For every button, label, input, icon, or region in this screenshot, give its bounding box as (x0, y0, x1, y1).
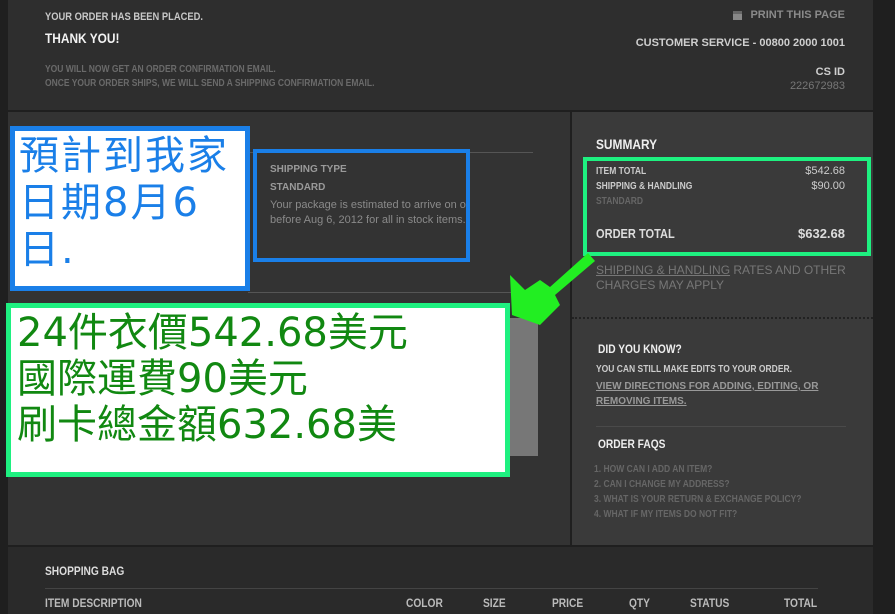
order-placed-text: YOUR ORDER HAS BEEN PLACED. (45, 11, 203, 23)
column-price: PRICE (552, 596, 584, 610)
faq-item[interactable]: 3. WHAT IS YOUR RETURN & EXCHANGE POLICY… (594, 494, 801, 505)
divider (572, 317, 873, 319)
faq-item[interactable]: 1. HOW CAN I ADD AN ITEM? (594, 464, 712, 475)
cs-id-label: CS ID (815, 66, 845, 78)
email-info-1: YOU WILL NOW GET AN ORDER CONFIRMATION E… (45, 64, 276, 75)
delivery-date-annotation: 預計到我家日期8月6日. (10, 126, 250, 291)
customer-service: CUSTOMER SERVICE - 00800 2000 1001 (635, 37, 845, 49)
faq-item[interactable]: 4. WHAT IF MY ITEMS DO NOT FIT? (594, 509, 737, 520)
order-header: YOUR ORDER HAS BEEN PLACED. THANK YOU! Y… (8, 0, 873, 110)
divider (45, 588, 818, 589)
did-you-know-title: DID YOU KNOW? (598, 342, 682, 356)
print-page-button[interactable]: PRINT THIS PAGE (733, 9, 845, 21)
rates-note: SHIPPING & HANDLING RATES AND OTHER CHAR… (596, 263, 856, 293)
column-total: TOTAL (784, 596, 818, 610)
total-charge-note: 刷卡總金額632.68美 (17, 402, 397, 448)
column-size: SIZE (483, 596, 506, 610)
print-label: PRINT THIS PAGE (750, 9, 845, 21)
summary-title: SUMMARY (596, 136, 658, 152)
faq-item[interactable]: 2. CAN I CHANGE MY ADDRESS? (594, 479, 730, 490)
divider (248, 292, 533, 293)
shipping-highlight-box (253, 149, 470, 262)
product-image (507, 318, 538, 456)
order-faqs-title: ORDER FAQS (598, 437, 666, 451)
did-you-know-text: YOU CAN STILL MAKE EDITS TO YOUR ORDER. (596, 364, 792, 375)
column-status: STATUS (690, 596, 730, 610)
email-info-2: ONCE YOUR ORDER SHIPS, WE WILL SEND A SH… (45, 78, 375, 89)
divider (596, 426, 846, 427)
arrow-icon (510, 253, 595, 325)
thank-you-heading: THANK YOU! (45, 30, 120, 46)
column-qty: QTY (629, 596, 650, 610)
shopping-bag-title: SHOPPING BAG (45, 564, 125, 578)
shipping-handling-link[interactable]: SHIPPING & HANDLING (596, 263, 730, 277)
column-item-description: ITEM DESCRIPTION (45, 596, 142, 610)
shipping-cost-note: 國際運費90美元 (17, 356, 308, 402)
shopping-bag-section: SHOPPING BAG ITEM DESCRIPTION COLOR SIZE… (8, 547, 873, 614)
printer-icon (733, 10, 743, 20)
item-cost-note: 24件衣價542.68美元 (17, 310, 408, 356)
edit-directions-link[interactable]: VIEW DIRECTIONS FOR ADDING, EDITING, OR … (596, 379, 856, 409)
cost-annotation: 24件衣價542.68美元 國際運費90美元 刷卡總金額632.68美 (6, 303, 510, 477)
summary-highlight-box (583, 157, 871, 256)
column-color: COLOR (406, 596, 443, 610)
cs-id-value: 222672983 (789, 80, 845, 92)
